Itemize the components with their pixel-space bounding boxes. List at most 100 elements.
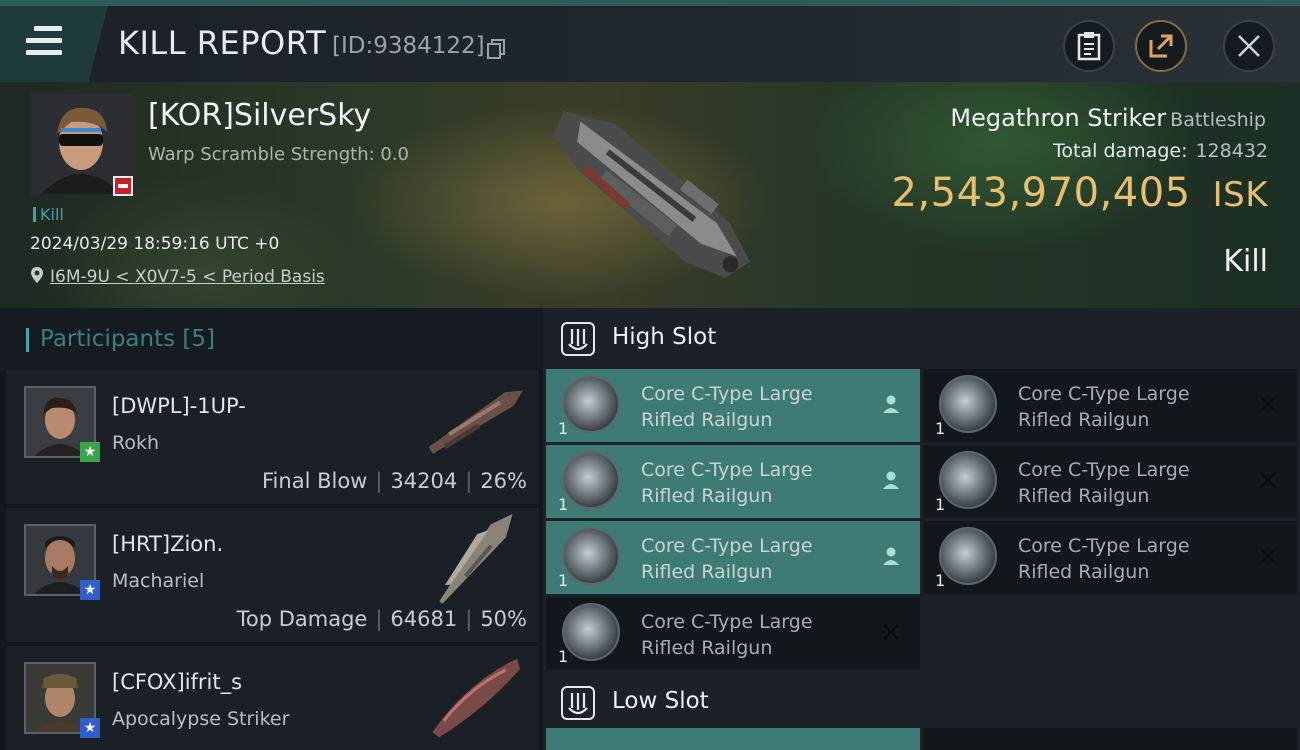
victim-banner: [KOR]SilverSky Warp Scramble Strength: 0… bbox=[0, 82, 1300, 308]
corp-star-icon: ★ bbox=[80, 580, 100, 600]
participant-ship-image bbox=[439, 514, 513, 604]
person-icon bbox=[883, 471, 899, 489]
x-mark-icon[interactable] bbox=[1257, 469, 1279, 491]
report-id: [ID:9384122] bbox=[332, 33, 485, 59]
high-slot-item[interactable]: 1 Core C-Type Large Rifled Railgun bbox=[923, 521, 1297, 594]
kill-location[interactable]: I6M-9U < X0V7-5 < Period Basis bbox=[30, 266, 325, 287]
victim-ship-image bbox=[553, 110, 751, 278]
module-name: Core C-Type Large Rifled Railgun bbox=[641, 609, 881, 661]
participant-stats: Final Blow | 34204 | 26% bbox=[262, 469, 527, 493]
person-icon bbox=[883, 547, 899, 565]
total-damage: Total damage: 128432 bbox=[1053, 140, 1268, 162]
participant-ship-image bbox=[428, 390, 523, 454]
high-slot-item[interactable]: 1 Core C-Type Large Rifled Railgun bbox=[546, 445, 920, 518]
kill-datetime: 2024/03/29 18:59:16 UTC +0 bbox=[30, 234, 280, 254]
module-name: Core C-Type Large Rifled Railgun bbox=[641, 381, 881, 433]
participant-row[interactable]: ★ [HRT]Zion. Machariel Top Damage | 64681 |… bbox=[6, 508, 539, 642]
high-slot-item[interactable]: 1 Core C-Type Large Rifled Railgun bbox=[546, 597, 920, 670]
module-name-line1: Core C-Type Large bbox=[641, 383, 813, 405]
module-name-line2: Rifled Railgun bbox=[641, 485, 773, 507]
module-name: Core C-Type Large Rifled Railgun bbox=[1018, 533, 1258, 585]
participants-count: [5] bbox=[182, 326, 216, 352]
high-slot-item[interactable]: 1 Core C-Type Large Rifled Railgun bbox=[546, 521, 920, 594]
corp-star-icon: ★ bbox=[80, 718, 100, 738]
location-text[interactable]: I6M-9U < X0V7-5 < Period Basis bbox=[50, 267, 325, 287]
participant-percent: 50% bbox=[480, 607, 527, 631]
share-icon bbox=[1149, 34, 1173, 58]
railgun-module-icon bbox=[562, 603, 620, 661]
copy-icon[interactable] bbox=[487, 39, 505, 59]
module-quantity: 1 bbox=[558, 419, 569, 438]
header-bar: KILL REPORT [ID:9384122] bbox=[0, 6, 1300, 82]
person-icon bbox=[883, 395, 899, 413]
share-button[interactable] bbox=[1135, 20, 1187, 72]
participant-ship: Apocalypse Striker bbox=[112, 708, 290, 730]
railgun-module-icon bbox=[939, 375, 997, 433]
close-icon bbox=[1238, 35, 1260, 57]
railgun-module-icon bbox=[562, 375, 620, 433]
close-button[interactable] bbox=[1223, 20, 1275, 72]
high-slot-title: High Slot bbox=[612, 324, 717, 350]
clipboard-icon bbox=[1077, 32, 1101, 61]
status-badge bbox=[113, 176, 133, 196]
module-name-line2: Rifled Railgun bbox=[1018, 409, 1150, 431]
high-slot-item[interactable]: 1 Core C-Type Large Rifled Railgun bbox=[546, 369, 920, 442]
participants-title: Participants [5] bbox=[40, 326, 215, 352]
participant-percent: 26% bbox=[480, 469, 527, 493]
x-mark-icon[interactable] bbox=[880, 621, 902, 643]
result-label: Kill bbox=[1223, 244, 1268, 279]
module-quantity: 1 bbox=[935, 419, 946, 438]
ship-name-text: Megathron Striker bbox=[950, 104, 1167, 132]
isk-value: 2,543,970,405 ISK bbox=[891, 170, 1268, 216]
module-name-line2: Rifled Railgun bbox=[641, 409, 773, 431]
x-mark-icon[interactable] bbox=[1257, 545, 1279, 567]
participant-ship: Machariel bbox=[112, 570, 205, 592]
total-damage-label: Total damage: bbox=[1053, 140, 1188, 162]
high-slot-item[interactable]: 1 Core C-Type Large Rifled Railgun bbox=[923, 369, 1297, 442]
corp-star-icon: ★ bbox=[80, 442, 100, 462]
module-quantity: 1 bbox=[558, 571, 569, 590]
participant-damage: 64681 bbox=[390, 607, 458, 631]
module-name: Core C-Type Large Rifled Railgun bbox=[641, 533, 881, 585]
module-quantity: 1 bbox=[935, 571, 946, 590]
module-name-line1: Core C-Type Large bbox=[1018, 535, 1190, 557]
ship-class: Battleship bbox=[1170, 109, 1266, 131]
menu-button[interactable] bbox=[0, 6, 108, 82]
participant-label: Final Blow bbox=[262, 469, 368, 493]
railgun-module-icon bbox=[562, 527, 620, 585]
participant-ship-image bbox=[432, 658, 521, 738]
participants-header: Participants [5] bbox=[0, 308, 543, 370]
participant-row[interactable]: ★ [DWPL]-1UP- Rokh Final Blow | 34204 | 26% bbox=[6, 370, 539, 504]
participant-name: [CFOX]ifrit_s bbox=[112, 670, 243, 694]
warp-scramble-strength: Warp Scramble Strength: 0.0 bbox=[148, 144, 410, 165]
participant-name: [DWPL]-1UP- bbox=[112, 394, 246, 418]
module-quantity: 1 bbox=[558, 495, 569, 514]
module-name-line1: Core C-Type Large bbox=[641, 535, 813, 557]
header-accent-bar bbox=[26, 328, 29, 352]
x-mark-icon[interactable] bbox=[1257, 393, 1279, 415]
participant-stats: Top Damage | 64681 | 50% bbox=[236, 607, 527, 631]
participants-title-text: Participants bbox=[40, 326, 176, 352]
menu-icon bbox=[26, 26, 62, 56]
victim-name[interactable]: [KOR]SilverSky bbox=[148, 98, 371, 133]
module-name: Core C-Type Large Rifled Railgun bbox=[641, 457, 881, 509]
railgun-module-icon bbox=[939, 451, 997, 509]
module-name-line2: Rifled Railgun bbox=[1018, 485, 1150, 507]
total-damage-value: 128432 bbox=[1195, 140, 1268, 162]
module-name-line1: Core C-Type Large bbox=[641, 459, 813, 481]
railgun-module-icon bbox=[939, 527, 997, 585]
slot-icon bbox=[561, 686, 595, 720]
module-name: Core C-Type Large Rifled Railgun bbox=[1018, 457, 1258, 509]
module-quantity: 1 bbox=[558, 647, 569, 666]
participant-row[interactable]: ★ [CFOX]ifrit_s Apocalypse Striker bbox=[6, 646, 539, 750]
participant-ship: Rokh bbox=[112, 432, 160, 454]
high-slot-header: High Slot bbox=[543, 308, 1300, 370]
kill-tag: Kill bbox=[33, 205, 64, 224]
fitting-panel: High Slot 1 Core C-Type Large Rifled Railg… bbox=[543, 308, 1300, 750]
clipboard-button[interactable] bbox=[1063, 20, 1115, 72]
slot-item-partial[interactable] bbox=[546, 728, 920, 750]
participants-panel: Participants [5] ★ [DWPL]-1UP- Rokh Fina… bbox=[0, 308, 543, 750]
module-name: Core C-Type Large Rifled Railgun bbox=[1018, 381, 1258, 433]
high-slot-item[interactable]: 1 Core C-Type Large Rifled Railgun bbox=[923, 445, 1297, 518]
slot-item-partial[interactable] bbox=[923, 728, 1297, 750]
